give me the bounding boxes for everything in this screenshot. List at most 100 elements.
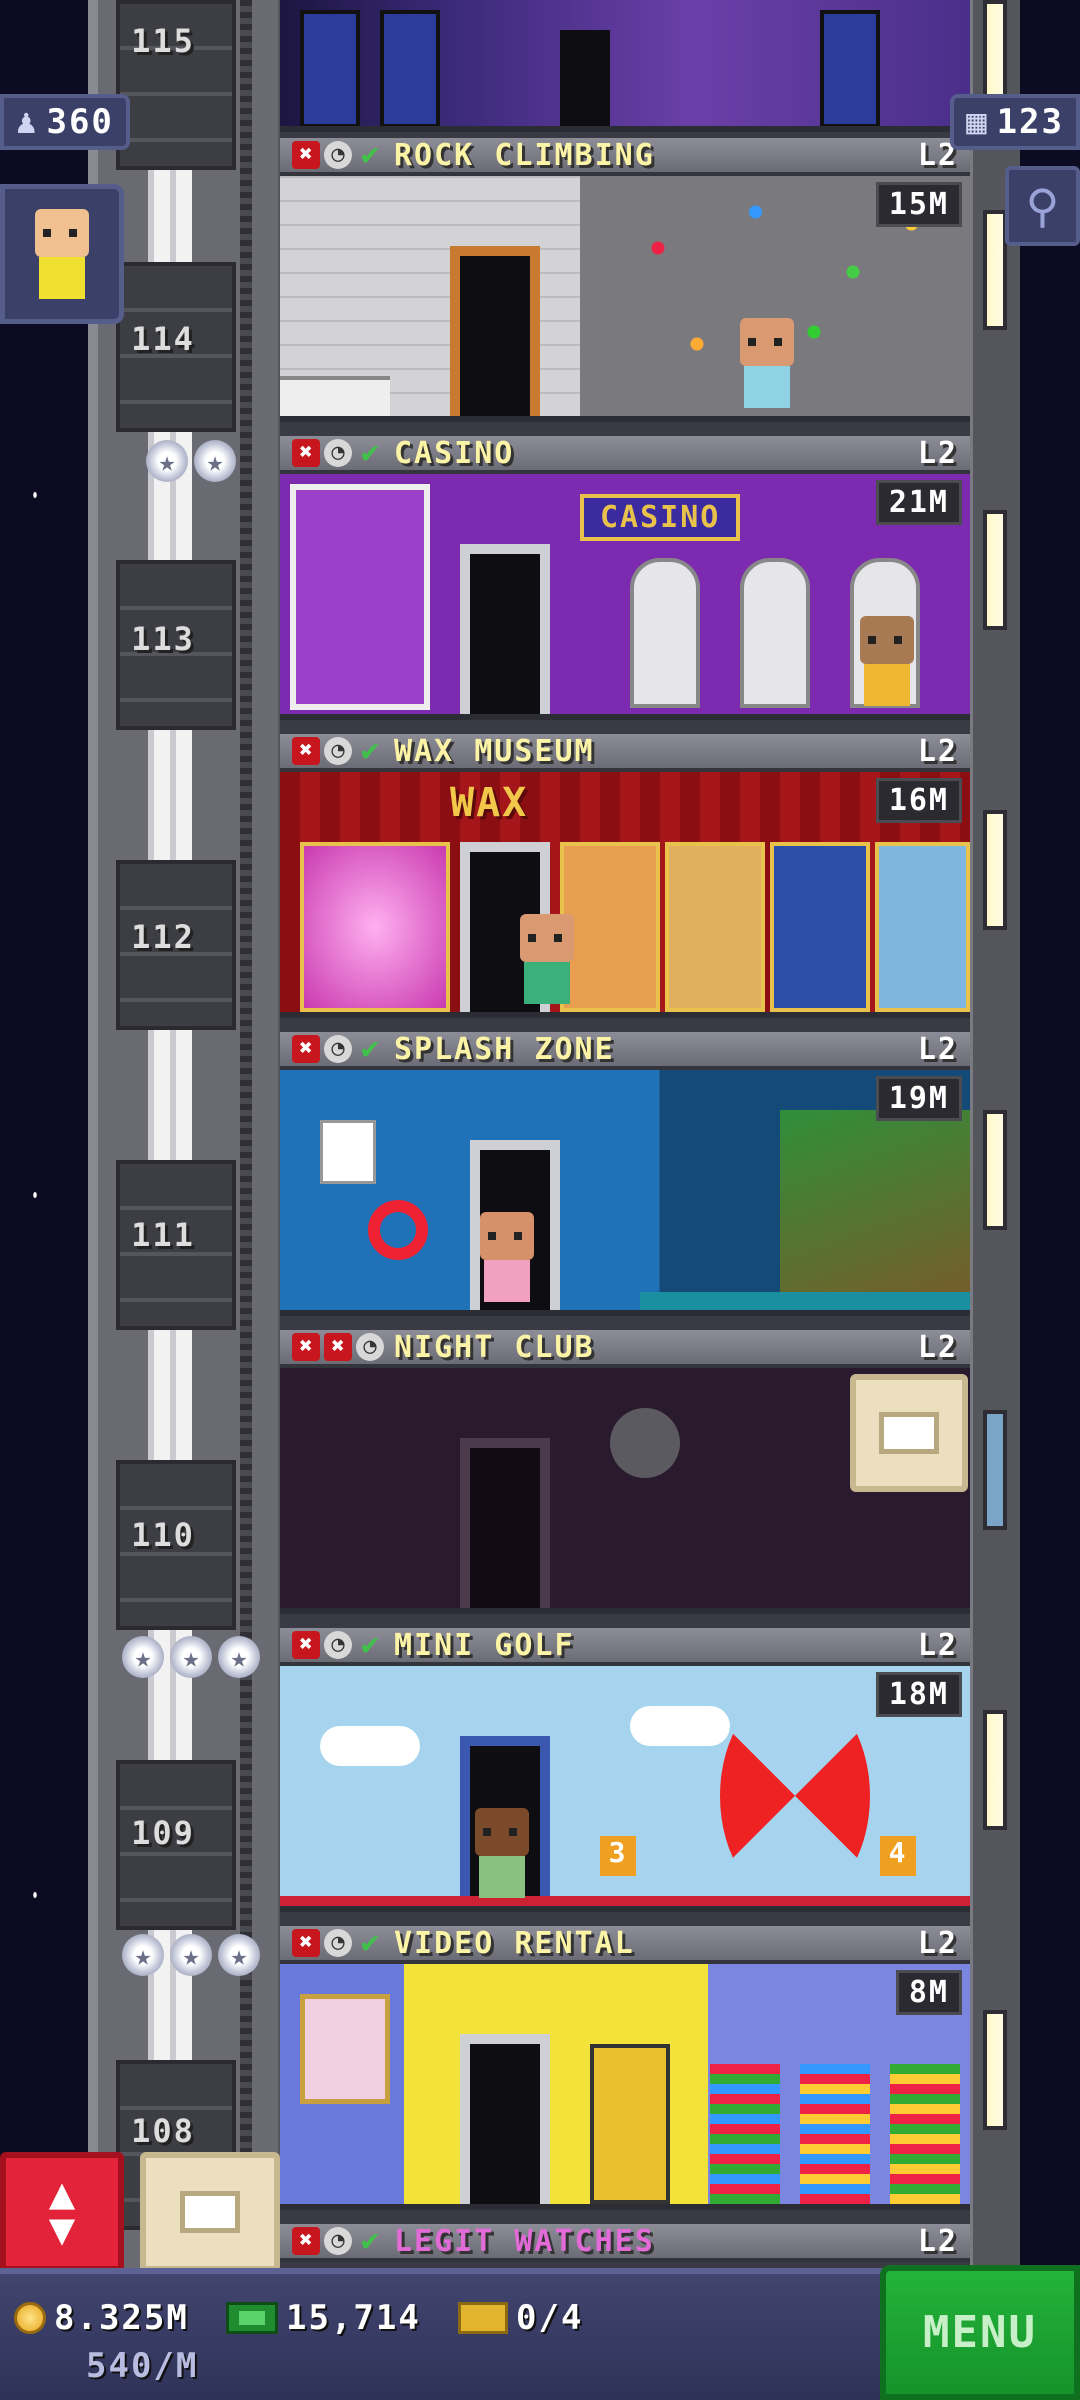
- bux-stat: 15,714: [226, 2298, 421, 2338]
- floor-casino[interactable]: ✖ ◔ ✔ CASINO L2 21M CASINO: [280, 436, 970, 734]
- clock-icon: ◔: [324, 1035, 352, 1063]
- video-shelf: [890, 2064, 960, 2204]
- video-shelf: [710, 2064, 780, 2204]
- star-icon: ★: [170, 1934, 212, 1976]
- floor-video-rental[interactable]: ✖ ◔ ✔ VIDEO RENTAL L2 8M: [280, 1926, 970, 2224]
- floor-rock-climbing[interactable]: ✖ ◔ ✔ ROCK CLIMBING L2 15M: [280, 138, 970, 436]
- door: [460, 1438, 550, 1608]
- clock-icon: ◔: [324, 1929, 352, 1957]
- tower-window: [983, 210, 1007, 330]
- lifebuoy-icon: [368, 1200, 428, 1260]
- close-icon: ✖: [324, 1333, 352, 1361]
- floor-number: 112: [131, 918, 195, 956]
- earnings-badge: 21M: [875, 480, 962, 525]
- restock-button[interactable]: [850, 1374, 968, 1492]
- magnifier-icon: ⚲: [1025, 179, 1060, 233]
- tenant-character: [475, 1808, 529, 1898]
- star-icon: ★: [170, 1636, 212, 1678]
- door: [450, 246, 540, 416]
- wax-sign: WAX: [450, 780, 529, 826]
- floor-level: L2: [917, 1925, 958, 1961]
- tower-window: [983, 1110, 1007, 1230]
- floor-name: MINI GOLF: [394, 1627, 575, 1663]
- tower-window: [983, 1410, 1007, 1530]
- tower-window: [983, 2010, 1007, 2130]
- ticket-icon: [458, 2302, 508, 2334]
- floor-arcade-partial[interactable]: [280, 0, 970, 138]
- cashier-window: [290, 484, 430, 710]
- up-down-arrows-icon: ▲ ▼: [48, 2168, 76, 2255]
- floor-splash-zone[interactable]: ✖ ◔ ✔ SPLASH ZONE L2 19M: [280, 1032, 970, 1330]
- box-icon: [180, 2191, 240, 2233]
- slot-machine: [630, 558, 700, 708]
- stock-button[interactable]: [140, 2152, 280, 2272]
- floor-number: 114: [131, 320, 195, 358]
- arcade-machine: [590, 2044, 670, 2204]
- star-icon: ★: [194, 440, 236, 482]
- floor-stars: ★ ★ ★: [122, 1934, 260, 1976]
- tickets-stat: 0/4: [458, 2298, 583, 2338]
- close-icon: ✖: [292, 1929, 320, 1957]
- check-icon: ✔: [360, 1627, 380, 1662]
- bux-value: 15,714: [286, 2298, 421, 2338]
- floor-number: 111: [131, 1216, 195, 1254]
- reception-desk: [280, 376, 390, 416]
- floor-mini-golf[interactable]: ✖ ◔ ✔ MINI GOLF L2 18M 3 4: [280, 1628, 970, 1926]
- wax-exhibit: [300, 842, 450, 1012]
- close-icon: ✖: [292, 1333, 320, 1361]
- population-badge[interactable]: ♟ 360: [0, 94, 130, 150]
- palm-slide: [780, 1110, 970, 1310]
- menu-button[interactable]: MENU: [880, 2265, 1080, 2400]
- coins-stat: 8.325M: [14, 2298, 189, 2338]
- tower-window: [983, 810, 1007, 930]
- box-icon: [879, 1412, 939, 1454]
- slot-machine: [740, 558, 810, 708]
- door: [460, 2034, 550, 2204]
- avatar: [35, 209, 89, 299]
- bux-icon: [226, 2302, 278, 2334]
- notice-board: [320, 1120, 376, 1184]
- check-icon: ✔: [360, 2223, 380, 2258]
- floor-number: 110: [131, 1516, 195, 1554]
- earnings-badge: 18M: [875, 1672, 962, 1717]
- floor-night-club[interactable]: ✖ ✖ ◔ NIGHT CLUB L2: [280, 1330, 970, 1628]
- population-count: 360: [46, 102, 114, 142]
- windmill: [720, 1686, 870, 1906]
- elevator-button[interactable]: ▲ ▼: [0, 2152, 124, 2272]
- clock-icon: ◔: [324, 737, 352, 765]
- floors-badge[interactable]: ▦ 123: [950, 94, 1080, 150]
- coin-rate: 540/M: [86, 2346, 198, 2386]
- earnings-badge: 15M: [875, 182, 962, 227]
- movie-poster: [300, 1994, 390, 2104]
- pool-water: [640, 1292, 970, 1310]
- door: [460, 544, 550, 714]
- coins-value: 8.325M: [54, 2298, 189, 2338]
- clock-icon: ◔: [356, 1333, 384, 1361]
- arcade-machine: [380, 10, 440, 126]
- star-icon: ★: [146, 440, 188, 482]
- wax-exhibit: [560, 842, 660, 1012]
- star-icon: ★: [218, 1934, 260, 1976]
- floor-number: 108: [131, 2112, 195, 2150]
- floors-count: 123: [996, 102, 1064, 142]
- floor-wax-museum[interactable]: ✖ ◔ ✔ WAX MUSEUM L2 16M WAX: [280, 734, 970, 1032]
- floor-name: ROCK CLIMBING: [394, 137, 655, 173]
- bitizen-avatar-button[interactable]: [0, 184, 124, 324]
- floor-number: 113: [131, 620, 195, 658]
- tenant-character: [860, 616, 914, 706]
- floor-name: CASINO: [394, 435, 515, 471]
- close-icon: ✖: [292, 2227, 320, 2255]
- coin-rate-value: 540/M: [86, 2346, 199, 2386]
- disco-ball: [610, 1408, 680, 1478]
- floor-legit-watches[interactable]: ✖ ◔ ✔ LEGIT WATCHES L2: [280, 2224, 970, 2268]
- cloud: [630, 1706, 730, 1746]
- earnings-badge: 19M: [875, 1076, 962, 1121]
- floor-level: L2: [917, 1627, 958, 1663]
- check-icon: ✔: [360, 137, 380, 172]
- earnings-badge: 16M: [875, 778, 962, 823]
- clock-icon: ◔: [324, 439, 352, 467]
- cloud: [320, 1726, 420, 1766]
- star-icon: ★: [122, 1934, 164, 1976]
- search-button[interactable]: ⚲: [1005, 166, 1080, 246]
- floor-level: L2: [917, 1031, 958, 1067]
